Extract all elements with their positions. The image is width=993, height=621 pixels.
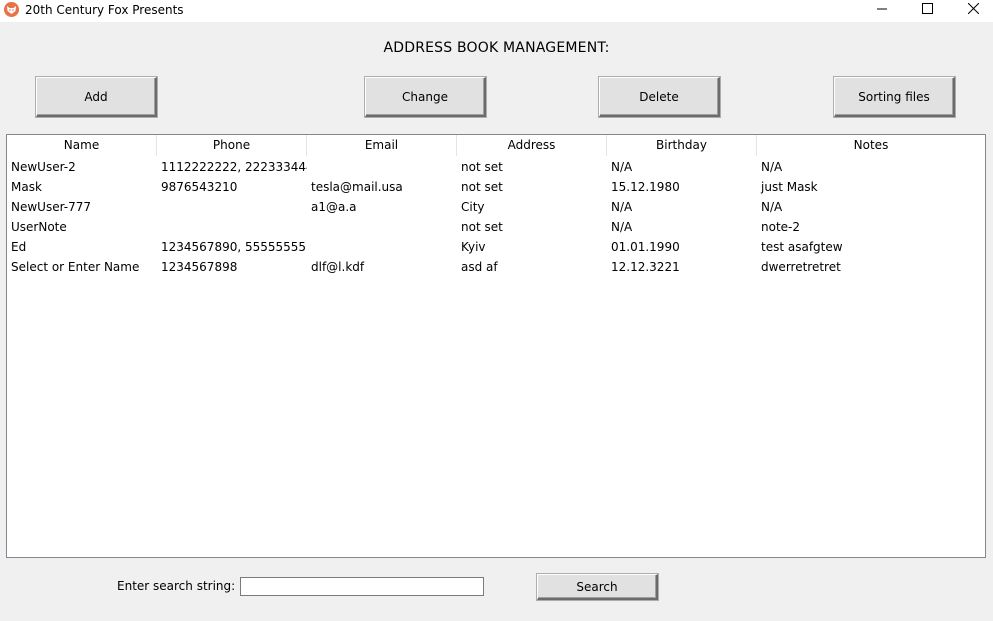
table-row[interactable]: Mask 9876543210 tesla@mail.usa not set 1… — [7, 177, 985, 197]
cell-address: City — [461, 200, 485, 214]
cell-phone — [157, 197, 307, 217]
minimize-button[interactable] — [859, 0, 905, 20]
cell-phone: 1112222222, 2223334444 — [161, 160, 307, 174]
cell-phone: 1234567890, 5555555555 — [161, 240, 307, 254]
cell-notes: N/A — [761, 200, 783, 214]
cell-email — [307, 157, 457, 177]
cell-notes: dwerretretret — [761, 260, 841, 274]
cell-birthday: 01.01.1990 — [611, 240, 680, 254]
column-header-email[interactable]: Email — [307, 135, 457, 156]
window-title: 20th Century Fox Presents — [25, 3, 184, 17]
cell-name: UserNote — [11, 220, 67, 234]
column-header-phone[interactable]: Phone — [157, 135, 307, 156]
address-table[interactable]: Name Phone Email Address Birthday Notes … — [6, 134, 986, 558]
app-window: 20th Century Fox Presents ADDRESS BOOK M… — [0, 0, 993, 621]
column-header-name[interactable]: Name — [7, 135, 157, 156]
cell-address: asd af — [461, 260, 498, 274]
delete-button[interactable]: Delete — [599, 77, 720, 117]
title-bar[interactable]: 20th Century Fox Presents — [0, 0, 993, 22]
add-button[interactable]: Add — [36, 77, 157, 117]
column-header-notes[interactable]: Notes — [757, 135, 985, 156]
change-button[interactable]: Change — [365, 77, 486, 117]
table-row[interactable]: NewUser-777 a1@a.a City N/A N/A — [7, 197, 985, 217]
cell-birthday: N/A — [611, 200, 633, 214]
sorting-files-button[interactable]: Sorting files — [834, 77, 955, 117]
cell-phone: 1234567898 — [161, 260, 238, 274]
cell-name: NewUser-2 — [11, 160, 76, 174]
cell-address: not set — [461, 180, 503, 194]
cell-email: tesla@mail.usa — [311, 180, 403, 194]
search-button[interactable]: Search — [537, 574, 658, 600]
maximize-button[interactable] — [904, 0, 950, 20]
cell-birthday: N/A — [611, 220, 633, 234]
table-row[interactable]: NewUser-2 1112222222, 2223334444 not set… — [7, 157, 985, 177]
cell-phone — [157, 217, 307, 237]
cell-birthday: 12.12.3221 — [611, 260, 680, 274]
cell-name: Select or Enter Name — [11, 260, 140, 274]
cell-notes: N/A — [761, 160, 783, 174]
cell-birthday: N/A — [611, 160, 633, 174]
close-icon — [967, 2, 979, 17]
column-header-birthday[interactable]: Birthday — [607, 135, 757, 156]
cell-address: Kyiv — [461, 240, 486, 254]
table-header: Name Phone Email Address Birthday Notes — [7, 135, 985, 156]
search-input[interactable] — [240, 577, 484, 596]
cell-birthday: 15.12.1980 — [611, 180, 680, 194]
cell-email — [307, 217, 457, 237]
column-header-address[interactable]: Address — [457, 135, 607, 156]
close-button[interactable] — [950, 0, 993, 20]
cell-notes: note-2 — [761, 220, 800, 234]
fox-app-icon — [4, 2, 19, 17]
cell-address: not set — [461, 220, 503, 234]
cell-address: not set — [461, 160, 503, 174]
cell-name: Ed — [11, 240, 27, 254]
page-title: ADDRESS BOOK MANAGEMENT: — [383, 40, 610, 56]
cell-name: NewUser-777 — [11, 200, 91, 214]
maximize-icon — [921, 3, 933, 17]
table-row[interactable]: UserNote not set N/A note-2 — [7, 217, 985, 237]
cell-notes: just Mask — [761, 180, 818, 194]
table-row[interactable]: Select or Enter Name 1234567898 dlf@l.kd… — [7, 257, 985, 277]
cell-name: Mask — [11, 180, 42, 194]
cell-notes: test asafgtew — [761, 240, 843, 254]
cell-email: dlf@l.kdf — [311, 260, 365, 274]
minimize-icon — [877, 3, 887, 17]
cell-email: a1@a.a — [311, 200, 357, 214]
table-row[interactable]: Ed 1234567890, 5555555555 Kyiv 01.01.199… — [7, 237, 985, 257]
table-body: NewUser-2 1112222222, 2223334444 not set… — [7, 157, 985, 277]
cell-email — [307, 237, 457, 257]
search-label: Enter search string: — [117, 579, 236, 593]
cell-phone: 9876543210 — [161, 180, 238, 194]
